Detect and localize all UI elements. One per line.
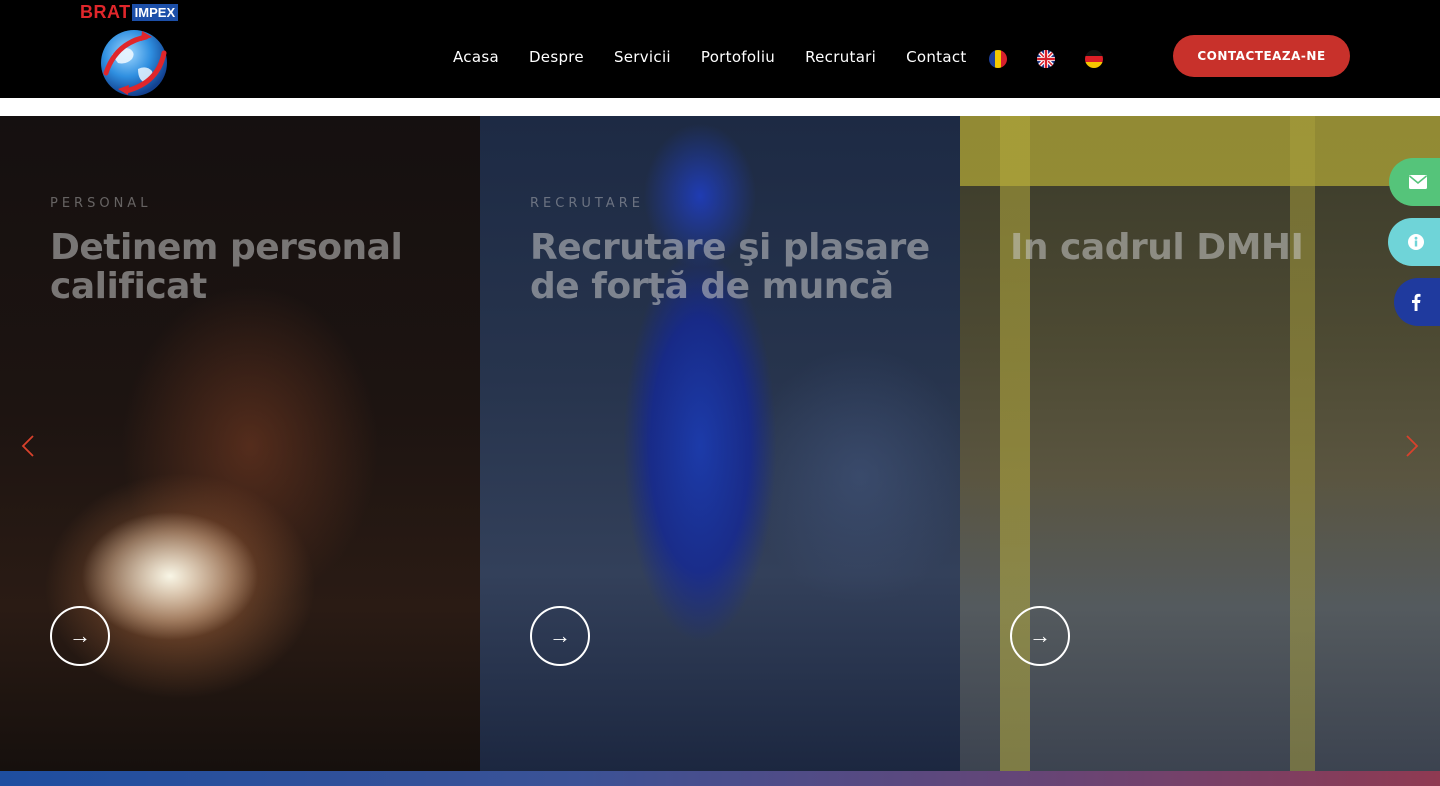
- envelope-icon: [1409, 175, 1427, 189]
- facebook-icon: [1412, 293, 1421, 311]
- slider-next-button[interactable]: [1402, 432, 1422, 460]
- flag-romania-icon[interactable]: [989, 50, 1007, 68]
- nav-item-acasa[interactable]: Acasa: [453, 48, 499, 66]
- slide-arrow-button[interactable]: →: [1010, 606, 1070, 666]
- floating-facebook-button[interactable]: [1394, 278, 1440, 326]
- info-icon: [1408, 234, 1424, 250]
- nav-item-contact[interactable]: Contact: [906, 48, 966, 66]
- slide-eyebrow: PERSONAL: [50, 196, 152, 211]
- slide-title: In cadrul DMHI: [1010, 227, 1304, 268]
- slide-worker-image: [480, 116, 960, 771]
- nav-item-despre[interactable]: Despre: [529, 48, 584, 66]
- slide-personal[interactable]: PERSONAL Detinem personal calificat →: [0, 116, 480, 771]
- chevron-left-icon: [21, 435, 34, 457]
- logo-brat-text: BRAT: [80, 1, 131, 22]
- arrow-right-icon: →: [1029, 623, 1051, 648]
- arrow-right-icon: →: [549, 623, 571, 648]
- flag-uk-icon[interactable]: [1037, 50, 1055, 68]
- slide-title: Detinem personal calificat: [50, 227, 403, 307]
- slide-welder-image: [0, 116, 480, 771]
- slide-recrutare[interactable]: RECRUTARE Recrutare şi plasare de forţă …: [480, 116, 960, 771]
- section-divider-bar: [0, 771, 1440, 786]
- flag-germany-icon[interactable]: [1085, 50, 1103, 68]
- floating-info-button[interactable]: [1388, 218, 1440, 266]
- logo-wordmark: BRAT IMPEX: [80, 1, 179, 22]
- slide-eyebrow: RECRUTARE: [530, 196, 644, 211]
- slide-arrow-button[interactable]: →: [530, 606, 590, 666]
- slide-title: Recrutare şi plasare de forţă de muncă: [530, 227, 930, 307]
- contact-us-button[interactable]: CONTACTEAZA-NE: [1173, 35, 1350, 77]
- site-header: BRAT IMPEX Acasa Despre Servicii Portofo…: [0, 0, 1440, 98]
- chevron-right-icon: [1406, 435, 1419, 457]
- language-switcher: [989, 50, 1103, 68]
- logo-impex-text: IMPEX: [131, 3, 179, 21]
- hero-slider: PERSONAL Detinem personal calificat → RE…: [0, 116, 1440, 771]
- globe-logo-icon: [101, 30, 167, 96]
- floating-email-button[interactable]: [1389, 158, 1440, 206]
- nav-item-servicii[interactable]: Servicii: [614, 48, 671, 66]
- slide-shipyard-image: [960, 116, 1440, 771]
- arrow-right-icon: →: [69, 623, 91, 648]
- nav-item-portofoliu[interactable]: Portofoliu: [701, 48, 775, 66]
- main-nav: Acasa Despre Servicii Portofoliu Recruta…: [453, 48, 967, 66]
- logo[interactable]: BRAT IMPEX: [80, 1, 190, 97]
- slide-dmhi[interactable]: In cadrul DMHI →: [960, 116, 1440, 771]
- slider-prev-button[interactable]: [18, 432, 38, 460]
- nav-item-recrutari[interactable]: Recrutari: [805, 48, 876, 66]
- slide-arrow-button[interactable]: →: [50, 606, 110, 666]
